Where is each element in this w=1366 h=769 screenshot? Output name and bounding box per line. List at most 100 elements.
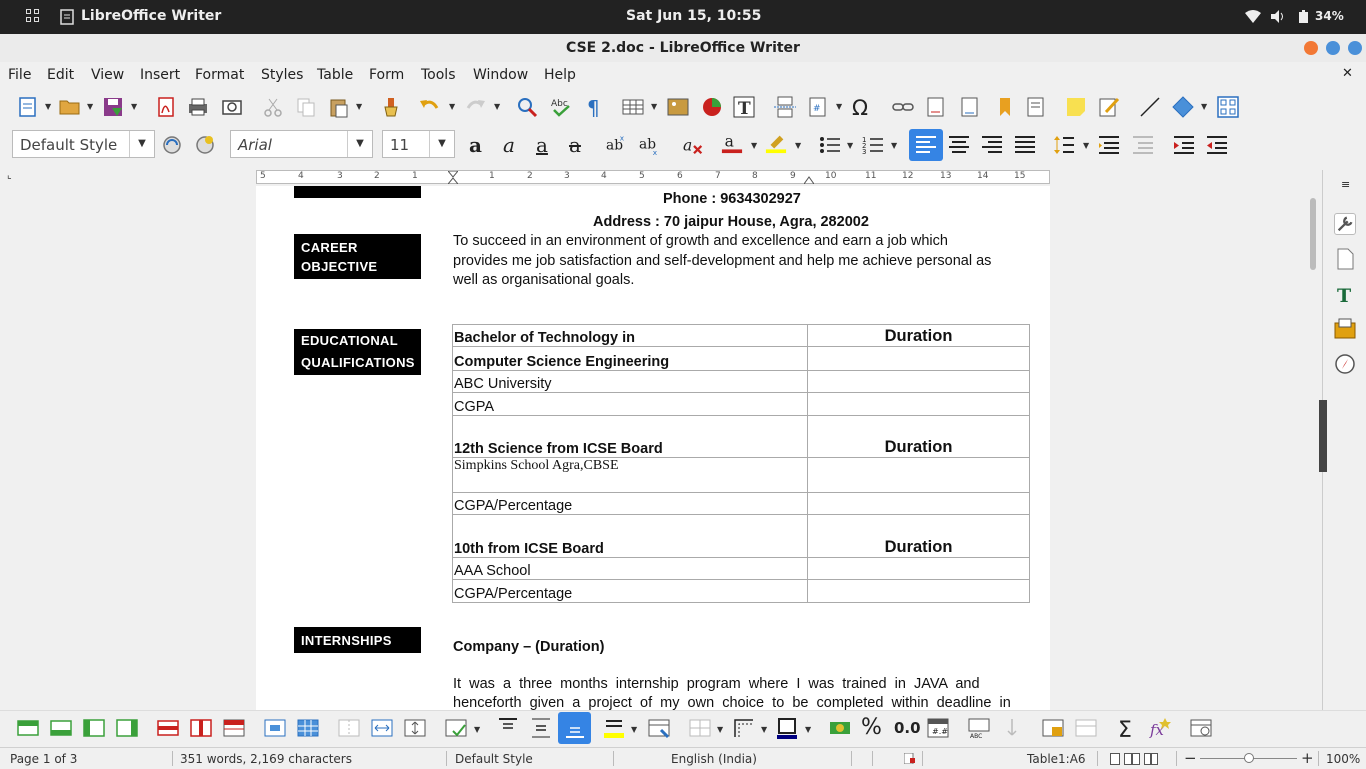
shapes-dropdown-icon[interactable]: ▼ — [1201, 102, 1207, 111]
navigator-icon[interactable] — [1334, 353, 1356, 375]
word-count[interactable]: 351 words, 2,169 characters — [180, 752, 352, 766]
decrease-indent-icon[interactable] — [1206, 134, 1228, 156]
document-page[interactable]: Phone : 9634302927 Address : 70 jaipur H… — [256, 186, 1050, 710]
insert-endnote-icon[interactable] — [959, 96, 981, 118]
table-cell[interactable]: Duration — [807, 415, 1030, 458]
page-style[interactable]: Default Style — [455, 752, 533, 766]
styles-icon[interactable]: T — [1334, 283, 1356, 305]
align-bottom-button[interactable] — [558, 712, 591, 744]
chevron-down-icon[interactable]: ▼ — [347, 131, 372, 157]
insert-formula-icon[interactable]: fx — [1149, 717, 1171, 739]
table-cell[interactable]: Duration — [807, 324, 1030, 347]
copy-icon[interactable] — [295, 96, 317, 118]
update-style-icon[interactable] — [161, 134, 183, 156]
export-pdf-icon[interactable] — [155, 96, 177, 118]
align-left-button[interactable] — [909, 129, 943, 161]
table-cell[interactable] — [807, 392, 1030, 416]
menu-file[interactable]: File — [8, 67, 31, 83]
minimize-button[interactable] — [1304, 41, 1318, 55]
paste-dropdown-icon[interactable]: ▼ — [356, 102, 362, 111]
table-cell[interactable]: Computer Science Engineering — [452, 346, 808, 371]
draw-functions-icon[interactable] — [1217, 96, 1239, 118]
chevron-down-icon[interactable]: ▼ — [129, 131, 154, 157]
merge-cells-icon[interactable] — [338, 717, 360, 739]
table-properties-icon[interactable] — [648, 717, 670, 739]
border-color-dropdown-icon[interactable]: ▼ — [805, 725, 811, 734]
page-count[interactable]: Page 1 of 3 — [10, 752, 77, 766]
ordered-list-icon[interactable]: 123 — [862, 134, 884, 156]
table-cell[interactable]: 12th Science from ICSE Board — [452, 415, 808, 458]
zoom-slider[interactable] — [1200, 753, 1297, 763]
active-app-name[interactable]: LibreOffice Writer — [81, 8, 221, 24]
table-autoformat-icon[interactable] — [445, 717, 467, 739]
app-grid-icon[interactable] — [26, 9, 40, 23]
table-cell[interactable] — [807, 492, 1030, 515]
delete-table-icon[interactable] — [223, 717, 245, 739]
italic-icon[interactable]: a — [503, 133, 515, 157]
insert-text-box-icon[interactable]: T — [733, 96, 755, 118]
border-color-icon[interactable] — [776, 717, 798, 739]
document-modified-icon[interactable] — [904, 753, 915, 764]
line-spacing-dropdown-icon[interactable]: ▼ — [1083, 141, 1089, 150]
zoom-out-button[interactable]: − — [1184, 749, 1197, 767]
table-row[interactable]: 12th Science from ICSE Board Duration — [452, 415, 1030, 458]
insert-caption-icon[interactable]: ABC — [968, 717, 990, 739]
battery-icon[interactable] — [1299, 10, 1308, 23]
table-dropdown-icon[interactable]: ▼ — [651, 102, 657, 111]
field-dropdown-icon[interactable]: ▼ — [836, 102, 842, 111]
zoom-level[interactable]: 100% — [1326, 752, 1360, 766]
single-page-view-icon[interactable] — [1110, 753, 1120, 765]
borders-dropdown-icon[interactable]: ▼ — [717, 725, 723, 734]
border-style-dropdown-icon[interactable]: ▼ — [761, 725, 767, 734]
menu-format[interactable]: Format — [195, 67, 244, 83]
table-cell[interactable] — [807, 370, 1030, 393]
sidebar-collapse-handle[interactable] — [1319, 400, 1327, 472]
clone-formatting-icon[interactable] — [380, 96, 402, 118]
insert-bookmark-icon[interactable] — [994, 96, 1016, 118]
subscript-icon[interactable]: abx — [639, 134, 661, 156]
multi-page-view-icon[interactable] — [1124, 753, 1140, 765]
new-dropdown-icon[interactable]: ▼ — [45, 102, 51, 111]
table-row[interactable]: Simpkins School Agra,CBSE — [452, 457, 1030, 493]
menu-view[interactable]: View — [91, 67, 124, 83]
table-cell[interactable]: Bachelor of Technology in — [452, 324, 808, 347]
education-table[interactable]: Bachelor of Technology in Duration Compu… — [452, 324, 1030, 603]
undo-icon[interactable] — [419, 96, 441, 118]
undo-dropdown-icon[interactable]: ▼ — [449, 102, 455, 111]
table-cell[interactable]: CGPA/Percentage — [452, 579, 808, 603]
cut-icon[interactable] — [262, 96, 284, 118]
zoom-in-button[interactable]: + — [1301, 749, 1314, 767]
close-window-button[interactable] — [1348, 41, 1362, 55]
font-color-icon[interactable]: a — [721, 132, 743, 154]
table-row[interactable]: Bachelor of Technology in Duration — [452, 324, 1030, 347]
insert-columns-before-icon[interactable] — [83, 717, 105, 739]
menu-help[interactable]: Help — [544, 67, 576, 83]
borders-icon[interactable] — [689, 717, 711, 739]
select-cell-icon[interactable] — [264, 717, 286, 739]
page-icon[interactable] — [1334, 248, 1356, 270]
border-style-icon[interactable] — [733, 717, 755, 739]
menu-form[interactable]: Form — [369, 67, 404, 83]
table-cell[interactable] — [807, 346, 1030, 371]
optimize-size-icon[interactable] — [404, 717, 426, 739]
font-color-dropdown-icon[interactable]: ▼ — [751, 141, 757, 150]
close-document-button[interactable]: ✕ — [1342, 66, 1353, 81]
sidebar-menu-icon[interactable]: ≡ — [1341, 178, 1350, 191]
align-right-icon[interactable] — [981, 134, 1003, 156]
underline-icon[interactable]: a — [536, 133, 548, 157]
align-top-icon[interactable] — [497, 717, 519, 739]
table-row[interactable]: AAA School — [452, 557, 1030, 580]
paste-icon[interactable] — [328, 96, 350, 118]
wifi-icon[interactable] — [1245, 10, 1261, 23]
book-view-icon[interactable] — [1144, 753, 1158, 765]
justify-icon[interactable] — [1014, 134, 1036, 156]
insert-hyperlink-icon[interactable] — [892, 96, 914, 118]
table-cell[interactable]: CGPA/Percentage — [452, 492, 808, 515]
menu-tools[interactable]: Tools — [421, 67, 456, 83]
menu-window[interactable]: Window — [473, 67, 528, 83]
formatting-marks-icon[interactable]: ¶ — [583, 96, 605, 118]
number-recognition-icon[interactable]: #.# — [927, 717, 949, 739]
decrease-paragraph-spacing-icon[interactable] — [1132, 134, 1154, 156]
align-center-icon[interactable] — [948, 134, 970, 156]
menu-styles[interactable]: Styles — [261, 67, 303, 83]
